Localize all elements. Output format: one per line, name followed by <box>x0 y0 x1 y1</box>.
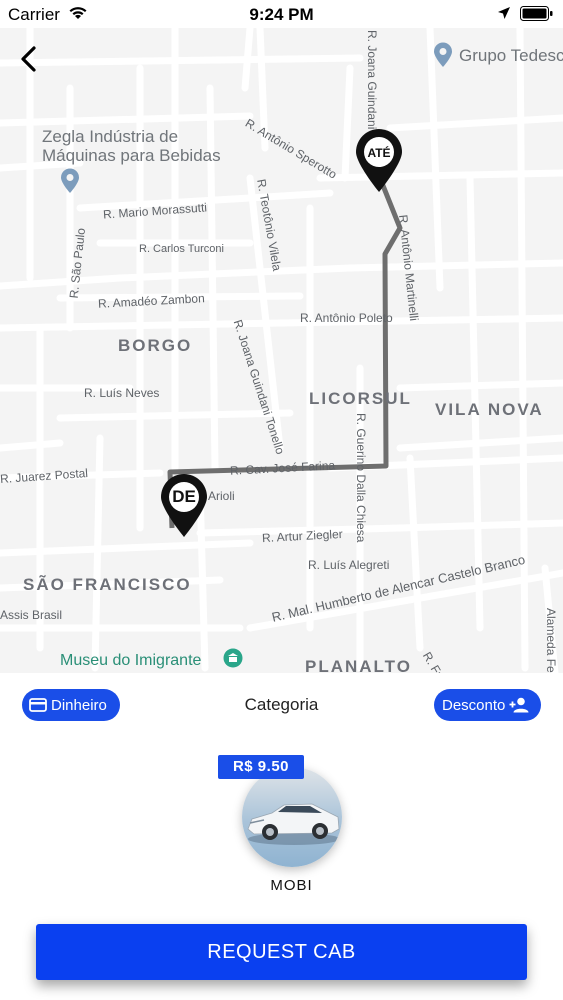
ride-options-panel: Dinheiro Categoria Desconto R$ 9.50 MOBI… <box>0 673 563 1000</box>
district-sao-francisco: SÃO FRANCISCO <box>23 575 192 594</box>
street-guerino-dalla-chiesa: R. Guerino Dalla Chiesa <box>354 413 368 543</box>
origin-pin[interactable]: DE <box>159 473 209 539</box>
poi-marker-icon <box>60 168 80 199</box>
district-borgo: BORGO <box>118 336 193 355</box>
museum-icon <box>223 648 243 673</box>
destination-pin[interactable]: ATÉ <box>354 128 404 194</box>
poi-zegla-line1: Zegla Indústria de <box>42 127 179 146</box>
discount-label: Desconto <box>442 696 506 714</box>
street-joana-guindani-top: R. Joana Guindani <box>365 30 379 130</box>
vehicle-option-mobi[interactable] <box>242 767 342 867</box>
back-button[interactable] <box>14 42 46 76</box>
poi-museu: Museu do Imigrante <box>60 652 202 669</box>
district-vila-nova: VILA NOVA <box>435 400 544 419</box>
battery-icon <box>520 6 554 27</box>
poi-zegla-line2: Máquinas para Bebidas <box>42 146 221 165</box>
chevron-left-icon <box>21 46 36 72</box>
map-pin-icon <box>356 129 402 192</box>
street-arioli: Arioli <box>208 489 235 503</box>
street-alameda-fenavinho: Alameda Fenavinho <box>544 608 558 673</box>
district-planalto: PLANALTO <box>305 657 412 673</box>
poi-marker-icon <box>433 42 453 73</box>
vehicle-price-badge: R$ 9.50 <box>218 755 304 779</box>
street-assis-brasil: Assis Brasil <box>0 608 63 622</box>
add-person-icon <box>509 697 529 713</box>
discount-button[interactable]: Desconto <box>434 689 541 721</box>
origin-pin-label: DE <box>172 487 196 506</box>
street-luis-neves: R. Luís Neves <box>84 386 160 400</box>
street-luis-alegreti: R. Luís Alegreti <box>308 558 390 572</box>
street-antonio-poleto: R. Antônio Poleto <box>300 311 393 325</box>
car-icon <box>247 803 340 845</box>
vehicle-name: MOBI <box>270 877 313 894</box>
location-arrow-icon <box>497 6 511 25</box>
street-carlos-turconi: R. Carlos Turconi <box>139 243 224 255</box>
poi-grupo: Grupo Tedesc <box>459 46 563 65</box>
district-licorsul: LICORSUL <box>309 389 412 408</box>
destination-pin-label: ATÉ <box>367 146 391 160</box>
request-cab-button[interactable]: REQUEST CAB <box>36 924 527 980</box>
clock: 9:24 PM <box>249 5 314 24</box>
status-bar: Carrier 9:24 PM <box>0 0 563 28</box>
route-map[interactable]: Zegla Indústria de Máquinas para Bebidas… <box>0 28 563 673</box>
app-screen: Carrier 9:24 PM Zegla Indústria de Máqui… <box>0 0 563 1000</box>
